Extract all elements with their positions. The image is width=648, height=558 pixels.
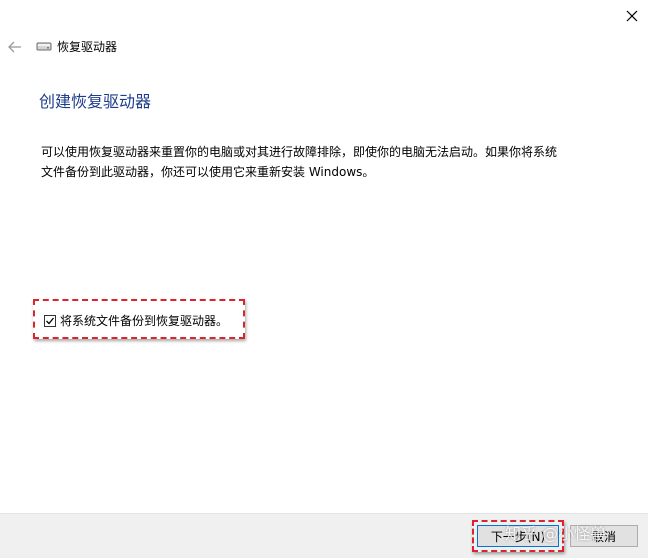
recovery-drive-window: 恢复驱动器 创建恢复驱动器 可以使用恢复驱动器来重置你的电脑或对其进行故障排除，… (0, 0, 648, 558)
description-text: 可以使用恢复驱动器来重置你的电脑或对其进行故障排除，即使你的电脑无法启动。如果你… (41, 145, 558, 179)
next-button[interactable]: 下一步(N) (477, 525, 559, 547)
close-button[interactable] (620, 4, 644, 28)
checkbox-highlight: 将系统文件备份到恢复驱动器。 (33, 299, 245, 339)
cancel-button[interactable]: 取消 (570, 525, 638, 547)
window-title: 恢复驱动器 (57, 40, 118, 54)
footer-bar: 下一步(N) 取消 (0, 513, 648, 558)
back-arrow-icon (8, 41, 21, 53)
page-heading: 创建恢复驱动器 (39, 92, 152, 111)
backup-system-files-checkbox[interactable] (44, 314, 56, 327)
drive-icon (36, 42, 52, 51)
backup-system-files-label: 将系统文件备份到恢复驱动器。 (60, 314, 229, 328)
backup-system-files-option[interactable]: 将系统文件备份到恢复驱动器。 (44, 312, 228, 329)
checkmark-icon (46, 317, 55, 324)
title-bar: 恢复驱动器 (0, 36, 648, 58)
back-button[interactable] (6, 38, 24, 56)
close-icon (626, 10, 638, 22)
